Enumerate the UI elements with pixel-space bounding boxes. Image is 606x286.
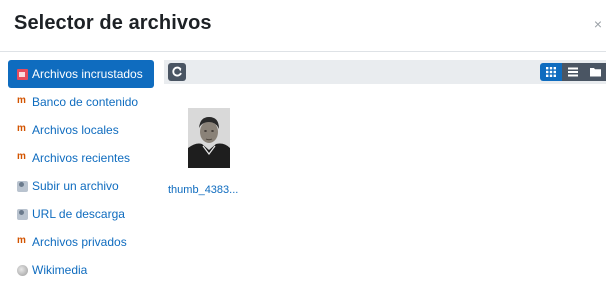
dialog-header: Selector de archivos × [0, 0, 606, 52]
repository-icon: m [17, 122, 26, 134]
icons-view-icon[interactable] [540, 63, 562, 81]
close-icon[interactable]: × [594, 16, 602, 32]
sidebar-item-label: Archivos recientes [32, 151, 131, 165]
url-download-icon [17, 208, 28, 220]
sidebar-item-wikimedia[interactable]: Wikimedia [8, 256, 154, 284]
sidebar-item-recent-files[interactable]: m Archivos recientes [8, 144, 154, 172]
wikimedia-icon [17, 264, 28, 276]
list-view-icon[interactable] [562, 63, 584, 81]
dialog-title: Selector de archivos [14, 12, 212, 34]
sidebar-item-label: Banco de contenido [32, 95, 139, 109]
folder-view-icon[interactable] [584, 63, 606, 81]
sidebar-item-embedded-files[interactable]: Archivos incrustados [8, 60, 154, 88]
sidebar-item-url-download[interactable]: URL de descarga [8, 200, 154, 228]
upload-icon [17, 180, 28, 192]
embedded-files-icon [17, 68, 28, 80]
sidebar-item-local-files[interactable]: m Archivos locales [8, 116, 154, 144]
repository-icon: m [17, 150, 26, 162]
view-switcher [540, 63, 606, 81]
portrait-thumbnail[interactable] [188, 108, 230, 168]
file-area: thumb_4383... [164, 60, 606, 286]
repository-icon: m [17, 234, 26, 246]
repository-icon: m [17, 94, 26, 106]
sidebar-item-label: Subir un archivo [32, 179, 119, 193]
sidebar-item-label: URL de descarga [32, 207, 125, 221]
sidebar-item-label: Wikimedia [32, 263, 88, 277]
file-toolbar [164, 60, 606, 84]
sidebar-item-private-files[interactable]: m Archivos privados [8, 228, 154, 256]
sidebar-item-upload-file[interactable]: Subir un archivo [8, 172, 154, 200]
file-name[interactable]: thumb_4383... [168, 184, 238, 196]
sidebar-item-label: Archivos incrustados [32, 67, 143, 81]
sidebar-item-label: Archivos locales [32, 123, 119, 137]
repository-sidebar: Archivos incrustados m Banco de contenid… [8, 60, 154, 284]
sidebar-item-content-bank[interactable]: m Banco de contenido [8, 88, 154, 116]
refresh-icon[interactable] [168, 63, 186, 81]
sidebar-item-label: Archivos privados [32, 235, 127, 249]
